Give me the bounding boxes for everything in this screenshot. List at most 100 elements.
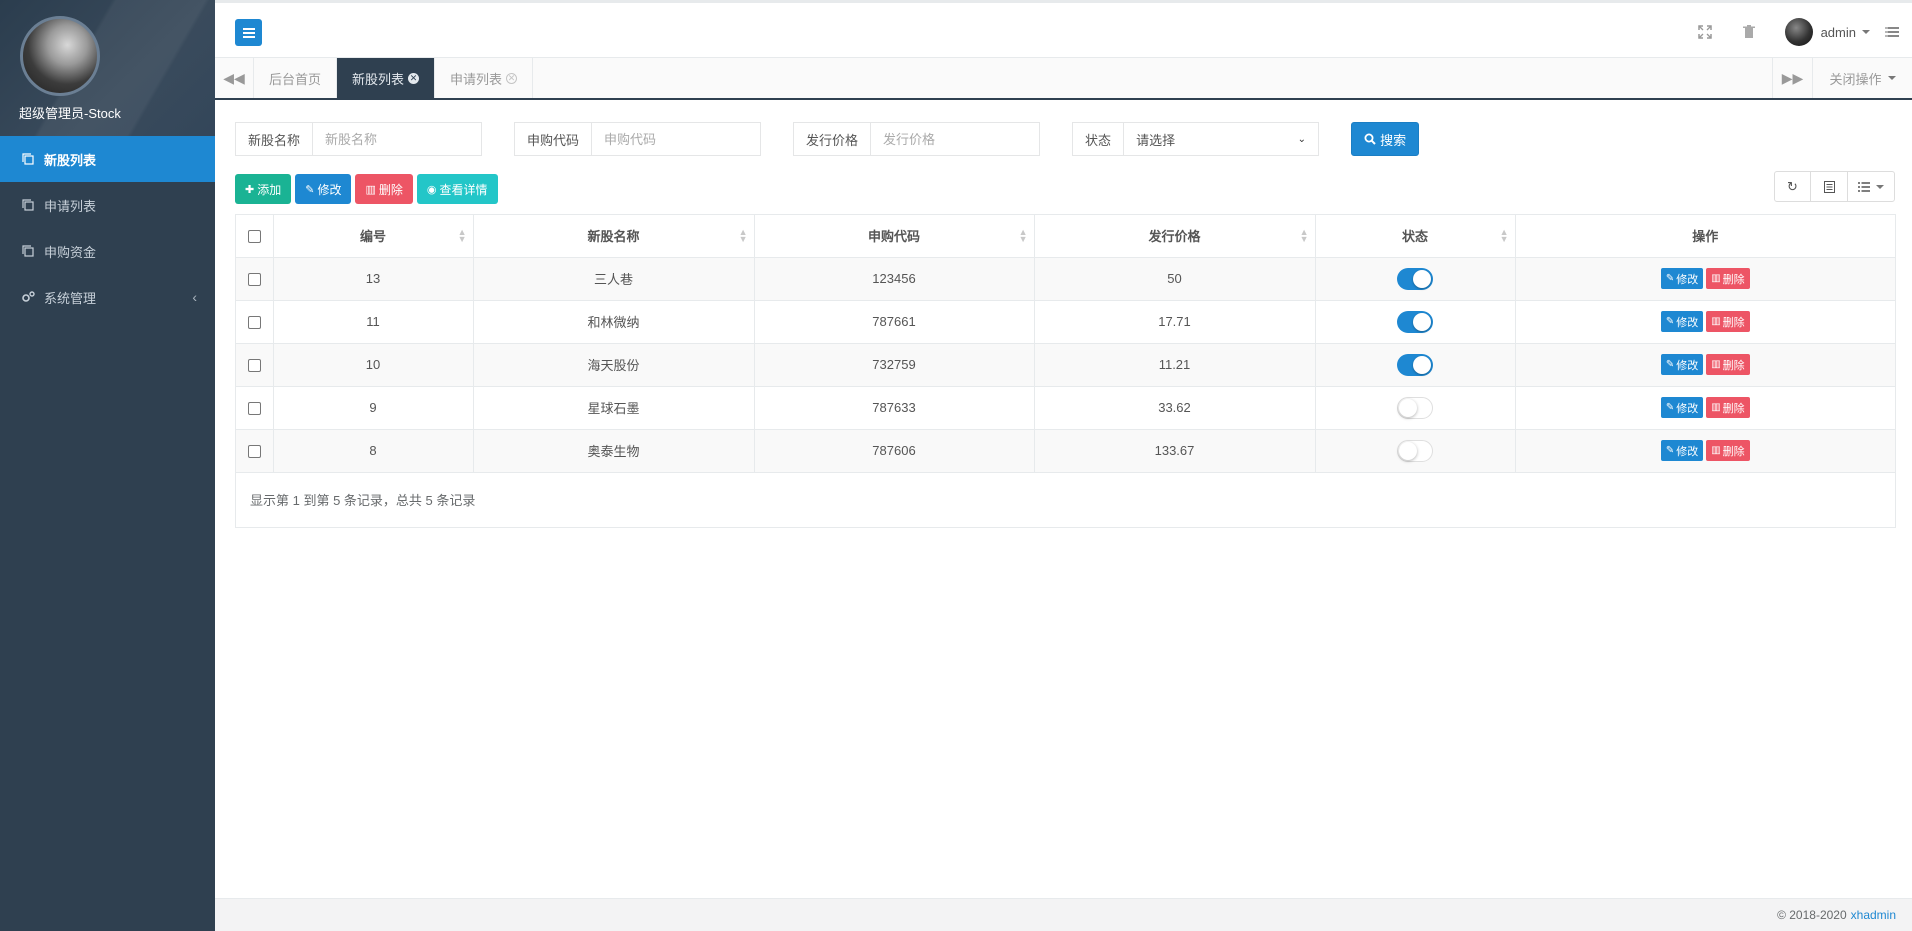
row-checkbox[interactable] bbox=[247, 273, 261, 287]
row-edit-label: 修改 bbox=[1676, 359, 1699, 372]
close-operations-dropdown[interactable]: 关闭操作 bbox=[1812, 58, 1912, 98]
search-group-name: 新股名称 bbox=[235, 122, 483, 156]
close-icon[interactable]: ✕ bbox=[408, 72, 420, 84]
refresh-button[interactable]: ↻ bbox=[1774, 171, 1811, 202]
row-delete-label: 删除 bbox=[1722, 359, 1745, 372]
header-label: 新股名称 bbox=[587, 229, 640, 245]
sort-icon: ▲ ▼ bbox=[1499, 227, 1509, 244]
column-header-id[interactable]: 编号 ▲ ▼ bbox=[273, 215, 474, 258]
user-name: admin bbox=[1820, 24, 1856, 40]
issue-price-input[interactable] bbox=[870, 122, 1041, 156]
cell-name: 海天股份 bbox=[473, 343, 755, 387]
stock-name-input[interactable] bbox=[312, 122, 483, 156]
cell-price: 50 bbox=[1034, 257, 1316, 301]
columns-dropdown-button[interactable] bbox=[1847, 171, 1895, 202]
view-detail-button[interactable]: ◉ 查看详情 bbox=[416, 174, 498, 204]
chevron-down-icon bbox=[1887, 76, 1896, 80]
row-checkbox[interactable] bbox=[247, 445, 261, 459]
row-edit-label: 修改 bbox=[1676, 316, 1699, 329]
cell-price: 133.67 bbox=[1034, 429, 1316, 473]
sidebar-item-new-stock-list[interactable]: 新股列表 bbox=[0, 136, 215, 182]
row-edit-button[interactable]: ✎ 修改 bbox=[1660, 397, 1704, 418]
avatar[interactable] bbox=[20, 16, 100, 96]
cell-id: 11 bbox=[273, 300, 474, 344]
table-tools: ↻ bbox=[1774, 171, 1895, 202]
status-toggle[interactable] bbox=[1397, 353, 1433, 376]
tab-scroll-left-button[interactable]: ◀◀ bbox=[215, 58, 254, 98]
status-select[interactable]: 请选择 ⌄ bbox=[1123, 122, 1320, 156]
status-toggle[interactable] bbox=[1397, 267, 1433, 290]
toggle-view-button[interactable] bbox=[1810, 171, 1848, 202]
list-alt-icon bbox=[1823, 180, 1835, 193]
subscription-code-input[interactable] bbox=[591, 122, 762, 156]
row-delete-button[interactable]: ▥ 删除 bbox=[1706, 354, 1750, 375]
sidebar-item-subscription-funds[interactable]: 申购资金 bbox=[0, 228, 215, 274]
sidebar-item-system-management[interactable]: 系统管理 ‹ bbox=[0, 274, 215, 320]
cell-price: 33.62 bbox=[1034, 386, 1316, 430]
tab-label: 新股列表 bbox=[352, 71, 405, 87]
tab-label: 申请列表 bbox=[450, 71, 503, 87]
row-checkbox[interactable] bbox=[247, 402, 261, 416]
row-delete-button[interactable]: ▥ 删除 bbox=[1706, 268, 1750, 289]
search-group-code: 申购代码 bbox=[514, 122, 762, 156]
row-edit-button[interactable]: ✎ 修改 bbox=[1660, 354, 1704, 375]
search-form: 新股名称 申购代码 发行价格 状态 请选择 ⌄ bbox=[235, 122, 1420, 156]
row-delete-button[interactable]: ▥ 删除 bbox=[1706, 311, 1750, 332]
fullscreen-icon[interactable] bbox=[1697, 24, 1713, 40]
refresh-icon: ↻ bbox=[1787, 178, 1798, 194]
table-header-row: 编号 ▲ ▼ 新股名称 ▲ ▼ 申购代码 ▲ ▼ 发行价格 ▲ ▼ 状态 ▲ ▼ 操作 bbox=[236, 215, 1895, 258]
delete-label: 删除 bbox=[378, 182, 403, 197]
column-header-code[interactable]: 申购代码 ▲ ▼ bbox=[754, 215, 1035, 258]
cell-actions: ✎ 修改 ▥ 删除 bbox=[1515, 386, 1895, 430]
menu-toggle-button[interactable] bbox=[235, 19, 262, 46]
add-button[interactable]: ✚ 添加 bbox=[235, 174, 292, 204]
status-toggle[interactable] bbox=[1397, 439, 1433, 462]
row-edit-button[interactable]: ✎ 修改 bbox=[1660, 268, 1704, 289]
double-chevron-right-icon: ▶▶ bbox=[1781, 69, 1804, 86]
cell-id: 13 bbox=[273, 257, 474, 301]
delete-button[interactable]: ▥ 删除 bbox=[355, 174, 413, 204]
row-checkbox[interactable] bbox=[247, 359, 261, 373]
row-edit-button[interactable]: ✎ 修改 bbox=[1660, 311, 1704, 332]
search-button-label: 搜索 bbox=[1380, 132, 1407, 148]
column-header-name[interactable]: 新股名称 ▲ ▼ bbox=[473, 215, 755, 258]
cell-code: 123456 bbox=[754, 257, 1035, 301]
cell-actions: ✎ 修改 ▥ 删除 bbox=[1515, 429, 1895, 473]
row-delete-button[interactable]: ▥ 删除 bbox=[1706, 397, 1750, 418]
pagination-info: 显示第 1 到第 5 条记录，总共 5 条记录 bbox=[250, 493, 476, 508]
row-edit-label: 修改 bbox=[1676, 273, 1699, 286]
row-checkbox[interactable] bbox=[247, 316, 261, 330]
settings-list-icon[interactable] bbox=[1884, 24, 1900, 40]
pencil-icon: ✎ bbox=[1665, 273, 1675, 284]
tab-new-stock-list[interactable]: 新股列表 ✕ bbox=[337, 58, 436, 98]
profile-name[interactable]: 超级管理员-Stock bbox=[19, 103, 121, 122]
row-edit-button[interactable]: ✎ 修改 bbox=[1660, 440, 1704, 461]
sidebar-item-label: 系统管理 bbox=[44, 290, 97, 306]
tab-label: 后台首页 bbox=[269, 71, 322, 87]
user-menu[interactable]: admin bbox=[1784, 18, 1870, 46]
trash-icon[interactable] bbox=[1741, 24, 1757, 40]
search-button[interactable]: 搜索 bbox=[1351, 122, 1420, 156]
cell-id: 10 bbox=[273, 343, 474, 387]
brand-link[interactable]: xhadmin bbox=[1851, 908, 1896, 922]
chevron-down-icon bbox=[1876, 184, 1884, 189]
column-header-status[interactable]: 状态 ▲ ▼ bbox=[1315, 215, 1516, 258]
select-all-checkbox[interactable] bbox=[247, 230, 261, 244]
tab-scroll-right-button[interactable]: ▶▶ bbox=[1772, 58, 1812, 98]
profile-panel: 超级管理员-Stock bbox=[0, 0, 215, 136]
column-header-actions: 操作 bbox=[1515, 215, 1895, 258]
close-icon[interactable]: ✕ bbox=[506, 72, 518, 84]
topbar-right: admin bbox=[1697, 3, 1912, 61]
cell-id: 9 bbox=[273, 386, 474, 430]
status-toggle[interactable] bbox=[1397, 310, 1433, 333]
tab-home[interactable]: 后台首页 bbox=[254, 58, 338, 98]
sidebar-item-application-list[interactable]: 申请列表 bbox=[0, 182, 215, 228]
pencil-icon: ✎ bbox=[305, 183, 315, 196]
detail-label: 查看详情 bbox=[439, 182, 488, 197]
edit-button[interactable]: ✎ 修改 bbox=[295, 174, 352, 204]
tab-application-list[interactable]: 申请列表 ✕ bbox=[435, 58, 534, 98]
cell-status bbox=[1315, 300, 1516, 344]
row-delete-button[interactable]: ▥ 删除 bbox=[1706, 440, 1750, 461]
status-toggle[interactable] bbox=[1397, 396, 1433, 419]
column-header-price[interactable]: 发行价格 ▲ ▼ bbox=[1034, 215, 1316, 258]
